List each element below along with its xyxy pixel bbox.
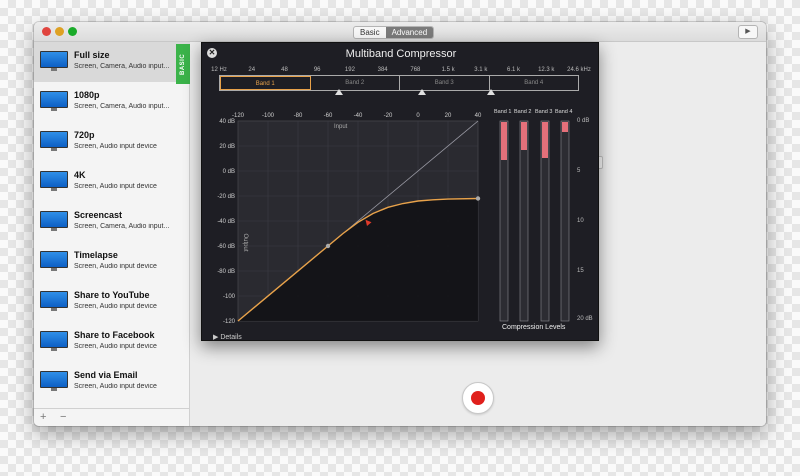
meter-track [519,120,529,322]
preset-title: Timelapse [74,250,118,260]
monitor-icon [40,291,68,311]
preset-subtitle: Screen, Audio input device [74,263,157,270]
y-tick-label: -120 [223,319,236,325]
meter-scale-tick: 20 dB [577,316,593,322]
meter-level [542,122,548,158]
preset-timelapse[interactable]: Timelapse Screen, Audio input device [34,242,190,282]
threshold-handle [325,243,331,249]
preset-sidebar: Full size Screen, Camera, Audio input...… [34,42,190,426]
preset-share-youtube[interactable]: Share to YouTube Screen, Audio input dev… [34,282,190,322]
meter-scale-tick: 15 [577,268,584,274]
monitor-icon [40,251,68,271]
meter-scale-tick: 0 dB [577,118,590,124]
preset-title: Full size [74,50,110,60]
record-icon [471,391,485,405]
preset-720p[interactable]: 720p Screen, Audio input device [34,122,190,162]
input-axis-label: Input [334,124,348,130]
preset-title: 720p [74,130,95,140]
monitor-icon [40,211,68,231]
tab-basic[interactable]: Basic [354,27,386,38]
monitor-icon [40,131,68,151]
y-tick-label: 0 dB [223,169,235,175]
meter-level [501,122,507,160]
x-tick-label: -40 [354,113,363,119]
preset-subtitle: Screen, Audio input device [74,183,157,190]
preset-subtitle: Screen, Audio input device [74,343,157,350]
output-axis-label: Output [242,234,248,252]
y-tick-label: -20 dB [217,194,235,200]
x-tick-label: -60 [324,113,333,119]
meter-label-band-1: Band 1 [494,109,512,115]
monitor-icon [40,331,68,351]
preset-1080p[interactable]: 1080p Screen, Camera, Audio input... [34,82,190,122]
knee-handle [475,196,481,201]
meter-scale-tick: 5 [577,168,581,174]
x-tick-label: 40 [475,113,482,119]
preset-full-size[interactable]: Full size Screen, Camera, Audio input... [34,42,190,82]
transfer-curve-graph[interactable]: -120 -100 -80 -60 -40 -20 0 20 40 40 dB 20 dB 0 dB -… [202,43,600,342]
y-tick-label: 40 dB [219,119,235,125]
preset-share-facebook[interactable]: Share to Facebook Screen, Audio input de… [34,322,190,362]
compression-levels-caption: Compression Levels [502,324,566,331]
preset-title: 1080p [74,90,100,100]
preset-subtitle: Screen, Camera, Audio input... [74,63,170,70]
record-button[interactable] [462,382,494,414]
y-tick-label: -100 [223,294,236,300]
play-icon[interactable]: ▶ [738,25,758,39]
monitor-icon [40,171,68,191]
zoom-window-button[interactable] [68,27,77,36]
sidebar-footer: + − [34,408,190,426]
preset-send-email[interactable]: Send via Email Screen, Audio input devic… [34,362,190,402]
x-tick-label: -20 [384,113,393,119]
y-tick-label: -40 dB [217,219,235,225]
preset-title: Screencast [74,210,123,220]
monitor-icon [40,51,68,71]
title-bar: Basic Advanced ▶ [34,22,766,42]
tab-advanced[interactable]: Advanced [385,27,434,38]
preset-title: 4K [74,170,86,180]
minimize-window-button[interactable] [55,27,64,36]
preset-subtitle: Screen, Audio input device [74,303,157,310]
y-tick-label: -80 dB [217,269,235,275]
remove-preset-button[interactable]: − [60,411,66,423]
preset-4k[interactable]: 4K Screen, Audio input device [34,162,190,202]
basic-tag: BASIC [176,44,190,84]
y-tick-label: -60 dB [217,244,235,250]
preset-subtitle: Screen, Audio input device [74,383,157,390]
y-tick-label: 20 dB [219,144,235,150]
meter-label-band-2: Band 2 [514,109,532,115]
x-tick-label: -100 [262,113,275,119]
preset-title: Share to Facebook [74,330,155,340]
preset-title: Share to YouTube [74,290,150,300]
details-disclosure[interactable]: ▶ Details [213,333,242,341]
meter-level [562,122,568,132]
mode-segmented-control: Basic Advanced [353,26,435,39]
preset-subtitle: Screen, Camera, Audio input... [74,103,170,110]
preset-subtitle: Screen, Audio input device [74,143,157,150]
add-preset-button[interactable]: + [40,411,46,423]
meter-level [521,122,527,150]
preset-title: Send via Email [74,370,138,380]
meter-scale-tick: 10 [577,218,584,224]
meter-label-band-3: Band 3 [535,109,553,115]
details-label: Details [220,334,242,341]
x-tick-label: 0 [416,113,420,119]
monitor-icon [40,91,68,111]
multiband-compressor-panel: ✕ Multiband Compressor 12 Hz 24 48 96 192 384… [201,42,599,341]
x-tick-label: -80 [294,113,303,119]
preset-screencast[interactable]: Screencast Screen, Camera, Audio input..… [34,202,190,242]
meter-label-band-4: Band 4 [555,109,573,115]
x-tick-label: 20 [445,113,452,119]
preset-subtitle: Screen, Camera, Audio input... [74,223,170,230]
close-window-button[interactable] [42,27,51,36]
meter-track [560,120,570,322]
monitor-icon [40,371,68,391]
